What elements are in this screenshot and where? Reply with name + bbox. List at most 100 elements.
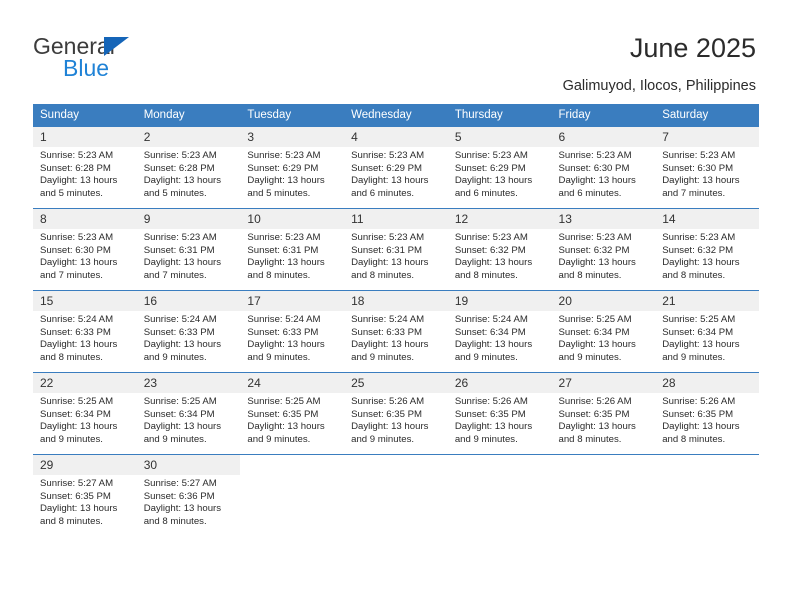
day-sun-info: Sunrise: 5:23 AM Sunset: 6:30 PM Daylight:… [655, 147, 759, 200]
daylight-duration-line2: and 8 minutes. [40, 351, 103, 363]
calendar-day-cell[interactable]: 21 Sunrise: 5:25 AM Sunset: 6:34 PM Dayligh… [655, 290, 759, 373]
calendar-day-cell[interactable]: 25 Sunrise: 5:26 AM Sunset: 6:35 PM Dayligh… [344, 372, 448, 455]
calendar-day-cell[interactable]: 3 Sunrise: 5:23 AM Sunset: 6:29 PM Daylight… [240, 126, 345, 209]
day-number: 15 [33, 291, 137, 311]
daylight-duration-line1: Daylight: 13 hours [662, 175, 740, 187]
sunset-time: Sunset: 6:30 PM [558, 162, 630, 174]
daylight-duration-line1: Daylight: 13 hours [40, 339, 118, 351]
day-sun-info: Sunrise: 5:27 AM Sunset: 6:35 PM Daylight:… [33, 475, 137, 528]
day-number: 21 [655, 291, 759, 311]
calendar-day-cell[interactable]: 5 Sunrise: 5:23 AM Sunset: 6:29 PM Daylight… [447, 126, 552, 209]
calendar-day-cell[interactable]: 15 Sunrise: 5:24 AM Sunset: 6:33 PM Dayligh… [33, 290, 137, 373]
sunrise-time: Sunrise: 5:26 AM [454, 396, 528, 407]
calendar-cell-empty [447, 454, 552, 536]
calendar-day-cell[interactable]: 28 Sunrise: 5:26 AM Sunset: 6:35 PM Dayligh… [655, 372, 759, 455]
day-number [240, 455, 345, 475]
daylight-duration-line1: Daylight: 13 hours [143, 175, 222, 187]
daylight-duration-line2: and 9 minutes. [454, 351, 518, 363]
day-sun-info: Sunrise: 5:23 AM Sunset: 6:30 PM Daylight:… [552, 147, 656, 200]
day-number: 18 [344, 291, 448, 311]
sunrise-time: Sunrise: 5:23 AM [662, 150, 736, 161]
day-sun-info: Sunrise: 5:25 AM Sunset: 6:34 PM Daylight:… [33, 393, 137, 446]
daylight-duration-line2: and 5 minutes. [247, 187, 311, 199]
sunset-time: Sunset: 6:34 PM [143, 408, 215, 420]
daylight-duration-line1: Daylight: 13 hours [351, 175, 429, 187]
sunrise-time: Sunrise: 5:23 AM [40, 150, 114, 161]
calendar-day-cell[interactable]: 8 Sunrise: 5:23 AM Sunset: 6:30 PM Daylight… [33, 208, 137, 291]
calendar-day-cell[interactable]: 17 Sunrise: 5:24 AM Sunset: 6:33 PM Dayligh… [240, 290, 345, 373]
daylight-duration-line2: and 8 minutes. [454, 269, 518, 281]
calendar-day-cell[interactable]: 2 Sunrise: 5:23 AM Sunset: 6:28 PM Daylight… [136, 126, 241, 209]
sunset-time: Sunset: 6:31 PM [351, 244, 423, 256]
day-number: 25 [344, 373, 448, 393]
calendar-day-cell[interactable]: 27 Sunrise: 5:26 AM Sunset: 6:35 PM Dayligh… [551, 372, 656, 455]
calendar-day-cell[interactable]: 1 Sunrise: 5:23 AM Sunset: 6:28 PM Daylight… [33, 126, 137, 209]
sunset-time: Sunset: 6:28 PM [40, 162, 111, 174]
sunrise-time: Sunrise: 5:24 AM [351, 314, 425, 325]
calendar-week-row: 1 Sunrise: 5:23 AM Sunset: 6:28 PM Daylight… [33, 126, 759, 209]
daylight-duration-line1: Daylight: 13 hours [351, 339, 429, 351]
calendar-page: General Blue June 2025 Galimuyod, Ilocos… [0, 0, 792, 612]
daylight-duration-line2: and 6 minutes. [351, 187, 415, 199]
daylight-duration-line1: Daylight: 13 hours [351, 421, 429, 433]
day-sun-info: Sunrise: 5:24 AM Sunset: 6:33 PM Daylight:… [240, 311, 344, 364]
calendar-day-cell[interactable]: 24 Sunrise: 5:25 AM Sunset: 6:35 PM Dayligh… [240, 372, 345, 455]
daylight-duration-line2: and 5 minutes. [40, 187, 103, 199]
day-number: 14 [655, 209, 759, 229]
calendar-day-cell[interactable]: 13 Sunrise: 5:23 AM Sunset: 6:32 PM Dayligh… [551, 208, 656, 291]
day-number: 8 [33, 209, 137, 229]
sunset-time: Sunset: 6:35 PM [558, 408, 630, 420]
day-sun-info: Sunrise: 5:26 AM Sunset: 6:35 PM Daylight:… [552, 393, 656, 446]
calendar-day-cell[interactable]: 18 Sunrise: 5:24 AM Sunset: 6:33 PM Dayligh… [344, 290, 448, 373]
day-number [655, 455, 759, 475]
calendar-day-cell[interactable]: 16 Sunrise: 5:24 AM Sunset: 6:33 PM Dayligh… [136, 290, 241, 373]
calendar-day-cell[interactable]: 29 Sunrise: 5:27 AM Sunset: 6:35 PM Dayligh… [33, 454, 137, 536]
day-number: 7 [655, 127, 759, 147]
day-number: 17 [240, 291, 345, 311]
daylight-duration-line2: and 7 minutes. [143, 269, 207, 281]
daylight-duration-line1: Daylight: 13 hours [662, 257, 740, 269]
calendar-day-cell[interactable]: 12 Sunrise: 5:23 AM Sunset: 6:32 PM Dayligh… [447, 208, 552, 291]
calendar-day-cell[interactable]: 22 Sunrise: 5:25 AM Sunset: 6:34 PM Dayligh… [33, 372, 137, 455]
daylight-duration-line1: Daylight: 13 hours [454, 339, 533, 351]
daylight-duration-line2: and 9 minutes. [247, 351, 311, 363]
daylight-duration-line2: and 8 minutes. [247, 269, 311, 281]
sunrise-time: Sunrise: 5:23 AM [454, 232, 528, 243]
weekday-header-wednesday: Wednesday [344, 104, 448, 127]
daylight-duration-line2: and 7 minutes. [40, 269, 103, 281]
sunset-time: Sunset: 6:29 PM [454, 162, 526, 174]
daylight-duration-line1: Daylight: 13 hours [558, 339, 636, 351]
calendar-day-cell[interactable]: 9 Sunrise: 5:23 AM Sunset: 6:31 PM Daylight… [136, 208, 241, 291]
sunset-time: Sunset: 6:35 PM [454, 408, 526, 420]
calendar-week-row: 8 Sunrise: 5:23 AM Sunset: 6:30 PM Daylight… [33, 208, 759, 291]
calendar-day-cell[interactable]: 10 Sunrise: 5:23 AM Sunset: 6:31 PM Dayligh… [240, 208, 345, 291]
sunrise-time: Sunrise: 5:23 AM [454, 150, 528, 161]
calendar-cell-empty [655, 454, 759, 536]
calendar-day-cell[interactable]: 4 Sunrise: 5:23 AM Sunset: 6:29 PM Daylight… [344, 126, 448, 209]
daylight-duration-line1: Daylight: 13 hours [247, 421, 325, 433]
generalblue-logo[interactable]: General Blue [33, 33, 233, 83]
weekday-header-sunday: Sunday [33, 104, 137, 127]
calendar-day-cell[interactable]: 7 Sunrise: 5:23 AM Sunset: 6:30 PM Daylight… [655, 126, 759, 209]
day-number: 30 [136, 455, 241, 475]
sunset-time: Sunset: 6:31 PM [143, 244, 215, 256]
sunrise-time: Sunrise: 5:27 AM [143, 478, 217, 489]
sunrise-time: Sunrise: 5:23 AM [247, 150, 321, 161]
day-number: 1 [33, 127, 137, 147]
daylight-duration-line2: and 6 minutes. [454, 187, 518, 199]
daylight-duration-line1: Daylight: 13 hours [247, 175, 325, 187]
location-subtitle: Galimuyod, Ilocos, Philippines [562, 78, 756, 94]
sunrise-time: Sunrise: 5:25 AM [143, 396, 217, 407]
calendar-day-cell[interactable]: 26 Sunrise: 5:26 AM Sunset: 6:35 PM Dayligh… [447, 372, 552, 455]
calendar-day-cell[interactable]: 14 Sunrise: 5:23 AM Sunset: 6:32 PM Dayligh… [655, 208, 759, 291]
calendar-day-cell[interactable]: 6 Sunrise: 5:23 AM Sunset: 6:30 PM Daylight… [551, 126, 656, 209]
calendar-day-cell[interactable]: 20 Sunrise: 5:25 AM Sunset: 6:34 PM Dayligh… [551, 290, 656, 373]
daylight-duration-line1: Daylight: 13 hours [40, 257, 118, 269]
sunset-time: Sunset: 6:29 PM [247, 162, 319, 174]
calendar-day-cell[interactable]: 23 Sunrise: 5:25 AM Sunset: 6:34 PM Dayligh… [136, 372, 241, 455]
calendar-day-cell[interactable]: 11 Sunrise: 5:23 AM Sunset: 6:31 PM Dayligh… [344, 208, 448, 291]
day-sun-info: Sunrise: 5:23 AM Sunset: 6:28 PM Daylight:… [33, 147, 137, 200]
daylight-duration-line2: and 8 minutes. [558, 433, 622, 445]
calendar-day-cell[interactable]: 30 Sunrise: 5:27 AM Sunset: 6:36 PM Dayligh… [136, 454, 241, 536]
calendar-day-cell[interactable]: 19 Sunrise: 5:24 AM Sunset: 6:34 PM Dayligh… [447, 290, 552, 373]
